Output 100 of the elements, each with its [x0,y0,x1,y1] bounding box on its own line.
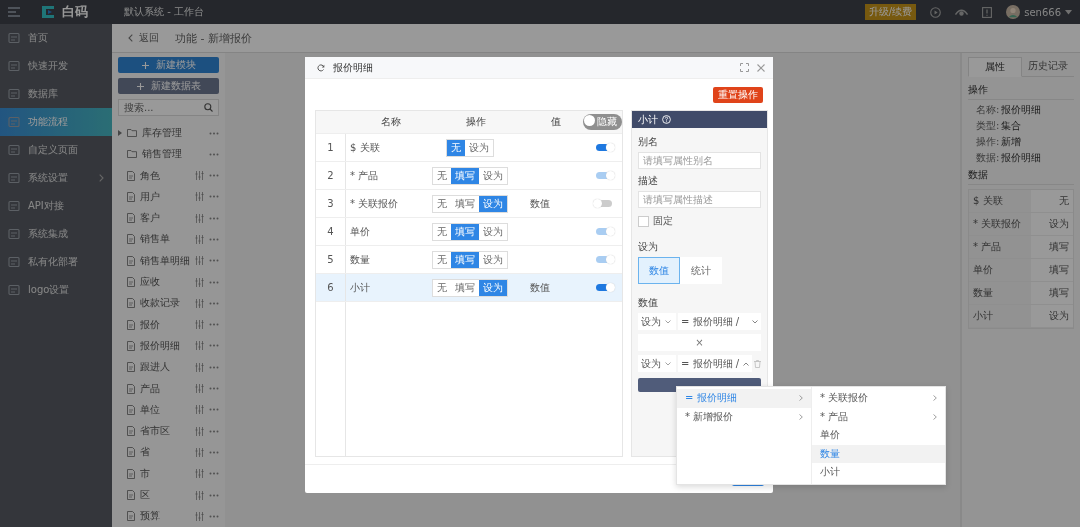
segment-option[interactable]: 填写 [451,195,479,212]
table-row[interactable]: 6 小计 无 填写 设为 数值 [316,274,622,302]
sliders-icon[interactable] [195,511,204,521]
option-card[interactable]: 统计 [680,257,722,284]
more-icon[interactable] [209,195,219,199]
eye-icon[interactable] [955,7,969,17]
segment-option[interactable]: 无 [433,195,451,212]
more-icon[interactable] [209,344,219,348]
menu-icon[interactable] [8,7,20,17]
tree-item[interactable]: 销售单明细 [118,250,219,272]
segment-option[interactable]: 填写 [451,279,479,296]
reset-button[interactable]: 重置操作 [713,87,763,103]
sliders-icon[interactable] [195,256,204,266]
trash-icon[interactable] [754,359,762,368]
help-icon[interactable] [662,115,671,124]
tree-item[interactable]: 单位 [118,399,219,421]
more-icon[interactable] [209,450,219,454]
more-icon[interactable] [209,323,219,327]
cascader-option[interactable]: = 报价明细 [677,389,811,408]
tree-item[interactable]: 用户 [118,186,219,208]
play-icon[interactable] [930,6,942,18]
sliders-icon[interactable] [195,384,204,394]
tree-item[interactable]: 销售单 [118,228,219,251]
more-icon[interactable] [209,365,219,369]
more-icon[interactable] [209,514,219,518]
tree-item[interactable]: 应收 [118,271,219,293]
more-icon[interactable] [209,238,219,241]
sidebar-item[interactable]: 私有化部署 [0,248,112,276]
sliders-icon[interactable] [195,277,204,287]
cascader-option[interactable]: * 产品 [812,407,945,426]
tree-item[interactable]: 客户 [118,207,219,229]
alias-input[interactable]: 请填写属性别名 [638,152,762,169]
sliders-icon[interactable] [195,192,204,202]
more-icon[interactable] [209,429,219,433]
avatar-icon[interactable] [1006,5,1021,19]
segment-option[interactable]: 设为 [479,279,507,296]
cascader-option[interactable]: 单价 [812,426,945,445]
tree-item[interactable]: 收款记录 [118,292,219,315]
source-select[interactable]: = 报价明细 / [678,313,762,330]
more-icon[interactable] [209,280,219,284]
new-item-button[interactable]: 新建模块 [118,57,219,74]
visibility-toggle[interactable] [596,200,612,207]
sidebar-item[interactable]: 首页 [0,24,112,52]
sidebar-item[interactable]: 自定义页面 [0,136,112,164]
more-icon[interactable] [209,216,219,220]
operator-field[interactable]: × [638,334,762,351]
more-icon[interactable] [209,174,219,178]
more-icon[interactable] [209,472,219,476]
more-icon[interactable] [209,387,219,391]
back-link[interactable]: 返回 [128,31,159,45]
search-icon[interactable] [204,103,213,113]
visibility-toggle[interactable] [596,284,612,291]
sliders-icon[interactable] [195,426,204,436]
sliders-icon[interactable] [195,235,204,244]
sidebar-item[interactable]: 系统设置 [0,164,112,192]
checkbox[interactable] [638,215,649,227]
tree-item[interactable]: 市 [118,463,219,485]
sliders-icon[interactable] [195,171,204,181]
panel-tab[interactable]: 属性 [968,57,1022,77]
fullscreen-icon[interactable] [740,63,749,72]
tree-item[interactable]: 销售管理 [118,143,219,165]
sidebar-item[interactable]: API对接 [0,192,112,220]
segment-option[interactable]: 无 [433,279,451,296]
tree-item[interactable]: 预算 [118,505,219,527]
cascader-option[interactable]: 小计 [812,463,945,482]
sliders-icon[interactable] [195,490,204,500]
cascader-option[interactable]: 数量 [812,444,945,463]
sidebar-item[interactable]: 功能流程 [0,108,112,136]
expand-caret-icon[interactable] [118,130,122,136]
sliders-icon[interactable] [195,341,204,351]
tree-item[interactable]: 产品 [118,377,219,400]
tree-item[interactable]: 省市区 [118,420,219,442]
tree-item[interactable]: 区 [118,484,219,506]
sliders-icon[interactable] [195,469,204,479]
upgrade-badge[interactable]: 升级/续费 [864,4,917,20]
panel-tab[interactable]: 历史记录 [1022,57,1074,76]
option-card[interactable]: 数值 [638,257,680,284]
sliders-icon[interactable] [195,213,204,223]
close-icon[interactable] [757,63,765,72]
sidebar-item[interactable]: 快速开发 [0,52,112,80]
search-field[interactable]: 搜索... [118,99,219,117]
mode-select[interactable]: 设为 [638,355,676,372]
mode-select[interactable]: 设为 [638,313,676,330]
more-icon[interactable] [209,152,219,156]
tree-item[interactable]: 报价明细 [118,335,219,357]
workspace-breadcrumb[interactable]: 默认系统 - 工作台 [124,5,204,19]
more-icon[interactable] [209,301,219,305]
table-row[interactable]: 1 $ 关联 无 设为 [316,134,622,162]
sliders-icon[interactable] [195,320,204,330]
more-icon[interactable] [209,131,219,135]
tree-item[interactable]: 库存管理 [118,122,219,144]
source-select[interactable]: = 报价明细 / [678,355,753,372]
sliders-icon[interactable] [195,447,204,457]
cascader-option[interactable]: * 关联报价 [812,389,945,408]
tree-item[interactable]: 角色 [118,164,219,187]
sidebar-item[interactable]: 系统集成 [0,220,112,248]
table-row[interactable]: 3 * 关联报价 无 填写 设为 数值 [316,190,622,218]
sidebar-item[interactable]: logo设置 [0,276,112,304]
caret-icon[interactable] [1065,9,1072,15]
sidebar-item[interactable]: 数据库 [0,80,112,108]
